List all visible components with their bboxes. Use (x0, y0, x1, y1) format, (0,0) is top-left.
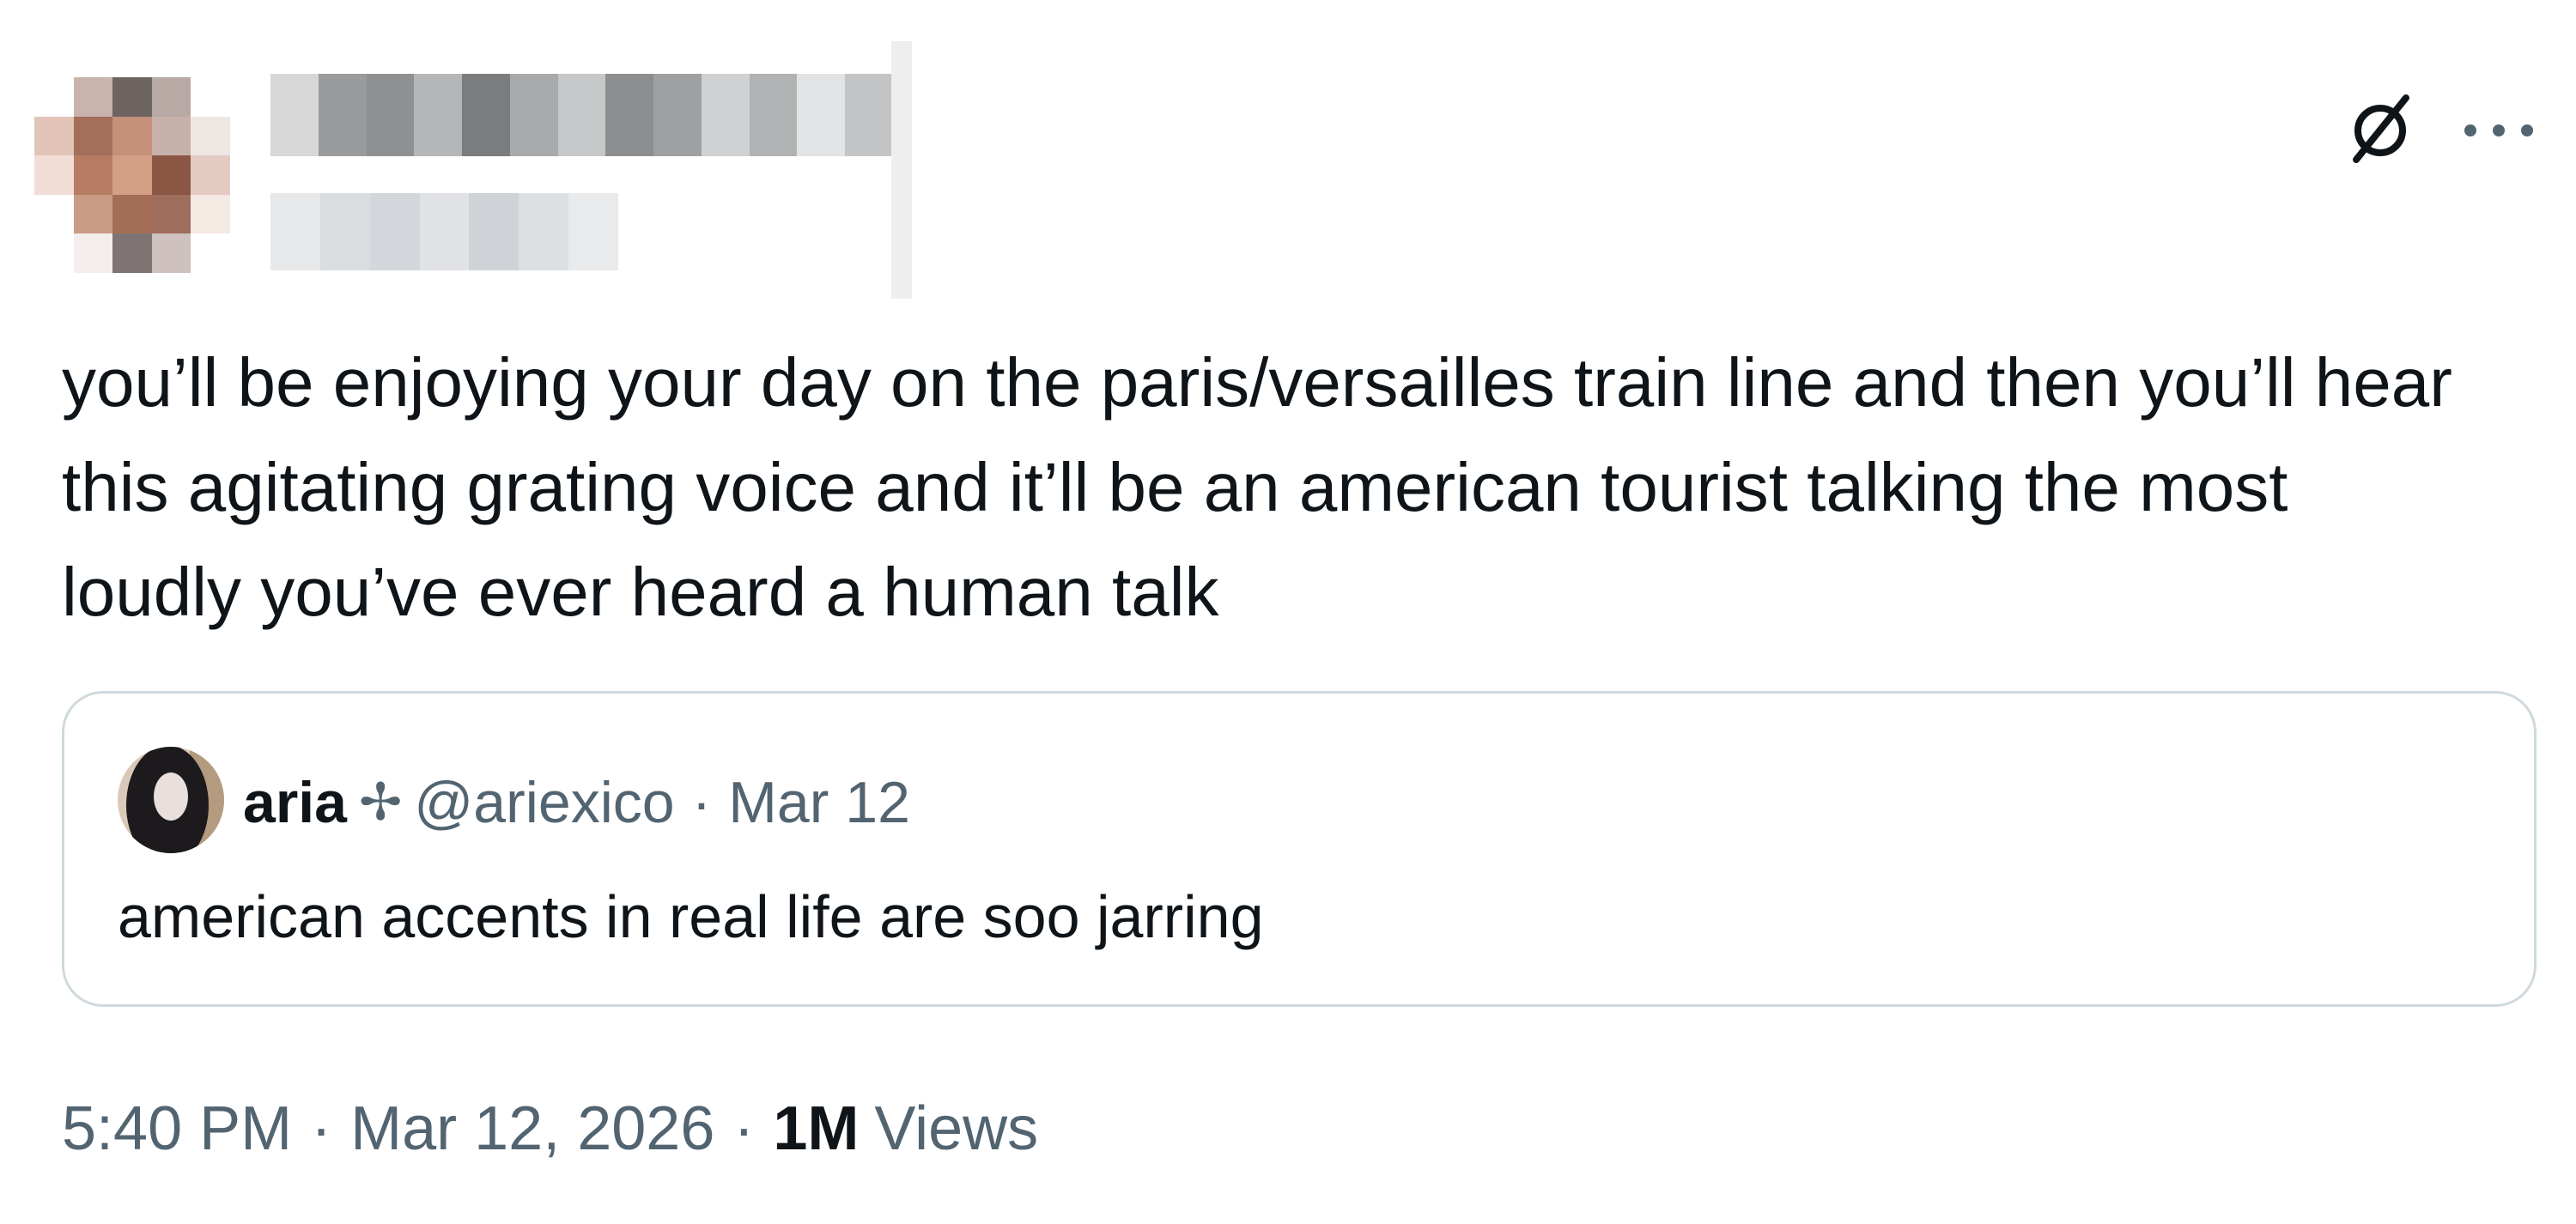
meta-separator: · (733, 1094, 755, 1163)
tweet-date[interactable]: Mar 12, 2026 (350, 1094, 714, 1164)
tweet: you’ll be enjoying your day on the paris… (0, 0, 2576, 1224)
tweet-text: you’ll be enjoying your day on the paris… (62, 344, 2472, 630)
quoted-author-handle[interactable]: @ariexico (414, 769, 674, 836)
quoted-author-name[interactable]: aria (243, 769, 347, 836)
more-dot-icon (2464, 124, 2476, 136)
views-count: 1M (773, 1094, 860, 1163)
redaction-edge (891, 41, 912, 299)
author-name-redacted[interactable] (270, 74, 893, 156)
more-icon[interactable] (2464, 120, 2533, 141)
quoted-author-avatar[interactable] (118, 747, 224, 853)
grok-icon[interactable] (2337, 86, 2423, 172)
author-handle-redacted[interactable] (270, 193, 619, 270)
quoted-date[interactable]: Mar 12 (728, 769, 910, 836)
tweet-time[interactable]: 5:40 PM (62, 1094, 292, 1164)
quoted-tweet-card[interactable]: aria ✢ @ariexico · Mar 12 american accen… (62, 691, 2537, 1007)
name-glyph-icon: ✢ (359, 773, 403, 831)
author-avatar-pixelated[interactable] (34, 77, 230, 273)
tweet-metadata: 5:40 PM · Mar 12, 2026 · 1M Views (62, 1086, 1038, 1172)
more-dot-icon (2521, 124, 2533, 136)
quoted-separator: · (691, 770, 712, 835)
more-dot-icon (2493, 124, 2505, 136)
meta-separator: · (311, 1094, 332, 1163)
quoted-tweet-text: american accents in real life are soo ja… (118, 883, 1264, 950)
quoted-tweet-header: aria ✢ @ariexico · Mar 12 (243, 764, 910, 841)
views-label: Views (874, 1094, 1039, 1163)
